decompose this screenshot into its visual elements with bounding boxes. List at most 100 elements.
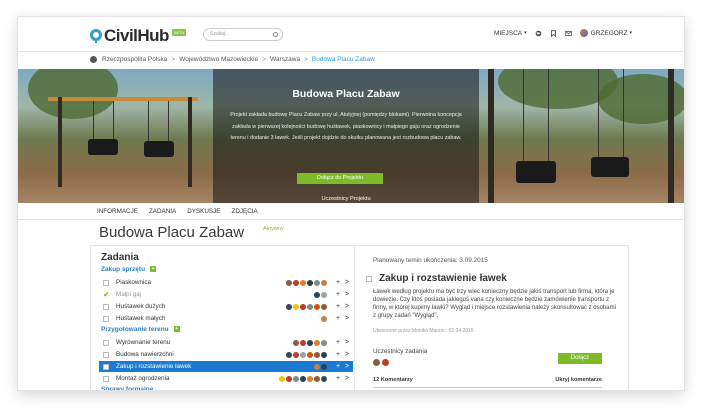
assignee-avatar[interactable] [321,339,327,346]
checkmark-icon[interactable]: ✔ [103,290,110,298]
plus-icon[interactable]: + [335,291,341,298]
assignee-avatar[interactable] [279,375,285,382]
assignee-avatar[interactable] [286,303,292,310]
tab-dyskusje[interactable]: DYSKUSJE [187,203,220,219]
breadcrumb-item[interactable]: Rzeczpospolita Polska [102,56,167,63]
logo[interactable]: CivilHub BETA [90,26,187,46]
chevron-right-icon[interactable]: > [344,363,350,370]
breadcrumb-item[interactable]: Województwo Mazowieckie [179,56,258,63]
task-row[interactable]: ✔ Małpi gaj + > [99,289,353,300]
task-checkbox[interactable] [103,375,109,382]
assignee-avatar[interactable] [321,315,327,322]
chevron-right-icon[interactable]: > [344,375,350,382]
task-label: Budowa nawierzchni [116,351,174,358]
tab-zdjecia[interactable]: ZDJĘCIA [231,203,257,219]
assignee-avatar[interactable] [314,279,320,286]
assignee-avatar[interactable] [286,351,292,358]
mail-icon[interactable] [564,30,572,37]
plus-icon[interactable]: + [335,351,341,358]
assignee-avatar[interactable] [314,303,320,310]
join-task-button[interactable]: Dołącz [558,353,602,364]
places-menu[interactable]: MIEJSCA ▾ [494,30,527,37]
task-row[interactable]: Montaż ogrodzenia + > [99,373,353,384]
search-icon[interactable] [273,32,278,37]
task-group-heading[interactable]: Sprawy formalne [101,386,153,390]
tab-zadania[interactable]: ZADANIA [149,203,176,219]
bookmark-icon[interactable] [550,29,557,37]
task-row[interactable]: Piaskownica + > [99,277,353,288]
assignee-avatar[interactable] [321,303,327,310]
assignee-avatar[interactable] [314,351,320,358]
assignee-avatar[interactable] [300,279,306,286]
breadcrumb: Rzeczpospolita Polska > Województwo Mazo… [90,56,375,63]
chevron-down-icon: ▾ [629,30,632,36]
search-input[interactable]: Szukaj... [203,28,283,41]
plus-icon[interactable]: + [335,315,341,322]
assignee-avatar[interactable] [293,303,299,310]
assignee-avatar[interactable] [314,363,320,370]
assignee-avatar[interactable] [286,279,292,286]
plus-icon[interactable]: + [335,363,341,370]
assignee-avatar[interactable] [321,291,327,298]
chevron-right-icon[interactable]: > [344,279,350,286]
assignee-avatar[interactable] [307,339,313,346]
globe-notifications-icon[interactable] [535,30,542,37]
assignee-avatar[interactable] [321,375,327,382]
chevron-right-icon[interactable]: > [344,315,350,322]
assignee-avatar[interactable] [293,375,299,382]
task-row[interactable]: Budowa nawierzchni + > [99,349,353,360]
assignee-avatar[interactable] [314,375,320,382]
plus-icon[interactable]: + [335,279,341,286]
chevron-right-icon[interactable]: > [344,291,350,298]
assignee-avatar[interactable] [321,363,327,370]
user-menu[interactable]: GRZEGORZ ▾ [579,29,632,37]
task-row[interactable]: Wyrównanie terenu + > [99,337,353,348]
task-group-heading[interactable]: Przygotowanie terenu + [101,326,180,333]
task-checkbox[interactable] [366,275,372,282]
task-checkbox[interactable] [103,315,109,322]
plus-icon[interactable]: + [335,303,341,310]
chevron-right-icon[interactable]: > [344,303,350,310]
assignee-avatar[interactable] [307,351,313,358]
task-checkbox[interactable] [103,363,109,370]
logo-pin-icon [90,29,102,43]
join-project-button[interactable]: Dołącz do Projektu [297,173,383,184]
plus-icon[interactable]: + [335,375,341,382]
assignee-avatar[interactable] [307,375,313,382]
task-detail-title: Zakup i rozstawienie ławek [379,273,507,284]
task-detail-description: Ławek według projektu ma być trzy wiec k… [373,289,616,319]
assignee-avatar[interactable] [307,303,313,310]
task-checkbox[interactable] [103,279,109,286]
task-checkbox[interactable] [103,339,109,346]
member-avatar[interactable] [373,359,380,366]
tab-informacje[interactable]: INFORMACJE [97,203,138,219]
assignee-avatar[interactable] [293,279,299,286]
task-row[interactable]: Zakup i rozstawienie ławek + > [99,361,353,372]
plus-icon[interactable]: + [335,339,341,346]
assignee-avatar[interactable] [300,351,306,358]
add-task-icon[interactable]: + [173,326,180,333]
assignee-avatar[interactable] [293,351,299,358]
assignee-avatar[interactable] [286,375,292,382]
task-row[interactable]: Huśtawek dużych + > [99,301,353,312]
assignee-avatar[interactable] [300,303,306,310]
task-row[interactable]: Huśtawek małych + > [99,313,353,324]
chevron-right-icon[interactable]: > [344,339,350,346]
task-checkbox[interactable] [103,303,109,310]
assignee-avatar[interactable] [314,291,320,298]
member-avatar[interactable] [382,359,389,366]
assignee-avatar[interactable] [307,279,313,286]
assignee-avatar[interactable] [300,375,306,382]
hide-comments-link[interactable]: Ukryj komentarze [555,377,602,383]
nav-right: MIEJSCA ▾ GRZEGORZ ▾ [486,29,632,37]
assignee-avatar[interactable] [321,351,327,358]
task-group-heading[interactable]: Zakup sprzętu + [101,266,157,273]
add-task-icon[interactable]: + [150,266,157,273]
task-checkbox[interactable] [103,351,109,358]
assignee-avatar[interactable] [293,339,299,346]
assignee-avatar[interactable] [321,279,327,286]
assignee-avatar[interactable] [314,339,320,346]
chevron-right-icon[interactable]: > [344,351,350,358]
assignee-avatar[interactable] [300,339,306,346]
breadcrumb-item[interactable]: Warszawa [270,56,300,63]
